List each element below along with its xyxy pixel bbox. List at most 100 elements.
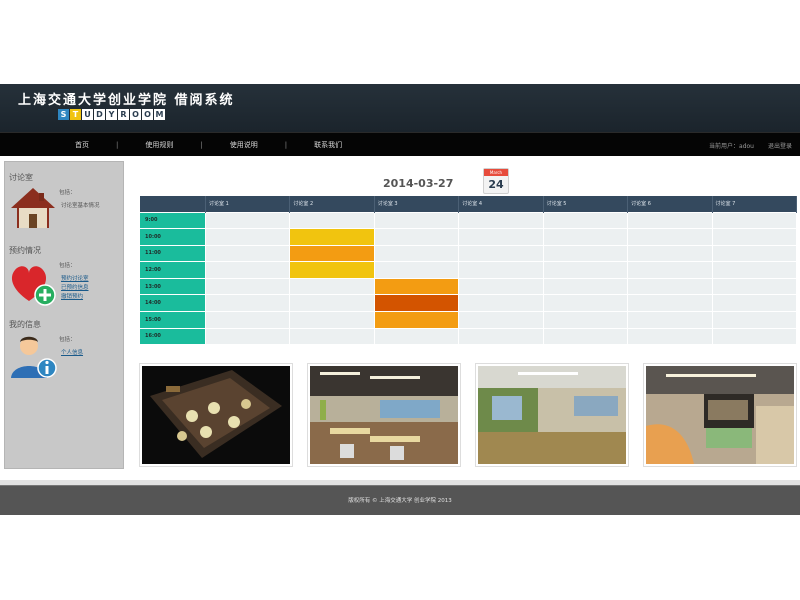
available-slot-cell[interactable]	[542, 211, 629, 230]
nav-instructions[interactable]: 使用说明	[225, 140, 263, 150]
available-slot-cell[interactable]	[627, 277, 713, 296]
available-slot-cell[interactable]	[289, 277, 375, 296]
room-photo-4[interactable]	[643, 363, 797, 467]
booked-slot-cell[interactable]	[373, 277, 460, 296]
copyright-text: 版权所有 © 上海交通大学 创业学院 2013	[348, 498, 452, 504]
available-slot-cell[interactable]	[204, 311, 291, 329]
logo-letter: R	[118, 109, 129, 120]
personal-info-link[interactable]: 个人信息	[61, 348, 83, 356]
selected-date: 2014-03-27	[383, 177, 454, 190]
available-slot-cell[interactable]	[204, 244, 291, 263]
available-slot-cell[interactable]	[711, 261, 798, 279]
room-column-header: 讨论室 1	[205, 196, 291, 212]
available-slot-cell[interactable]	[627, 228, 713, 246]
calendar-month: March	[484, 169, 508, 176]
cancel-booking-link[interactable]: 撤销预约	[61, 292, 83, 300]
available-slot-cell[interactable]	[204, 228, 291, 246]
booked-slot-cell[interactable]	[373, 311, 460, 329]
available-slot-cell[interactable]	[542, 277, 629, 296]
available-slot-cell[interactable]	[373, 211, 460, 230]
schedule-row: 12:00	[139, 261, 798, 279]
available-slot-cell[interactable]	[542, 261, 629, 279]
heart-add-icon[interactable]	[7, 259, 57, 307]
site-banner: 上海交通大学创业学院 借阅系统 STUDYROOM	[0, 84, 800, 132]
site-footer: 版权所有 © 上海交通大学 创业学院 2013	[0, 485, 800, 515]
room-photo-3[interactable]	[475, 363, 629, 467]
available-slot-cell[interactable]	[627, 327, 713, 346]
available-slot-cell[interactable]	[542, 294, 629, 313]
available-slot-cell[interactable]	[711, 228, 798, 246]
available-slot-cell[interactable]	[627, 211, 713, 230]
available-slot-cell[interactable]	[289, 311, 375, 329]
available-slot-cell[interactable]	[458, 277, 544, 296]
available-slot-cell[interactable]	[458, 211, 544, 230]
room-photo-gallery	[139, 363, 799, 467]
logo-letter: O	[130, 109, 141, 120]
available-slot-cell[interactable]	[711, 294, 798, 313]
schedule-row: 15:00	[139, 311, 798, 329]
sidebar: 讨论室 包括： 讨论室基本情况 预约情况 包括： 预约讨论室 已预约信息 撤销预…	[4, 161, 124, 469]
time-slot-label: 11:00	[139, 244, 206, 263]
nav-separator: |	[116, 141, 119, 149]
house-icon[interactable]	[9, 184, 57, 232]
available-slot-cell[interactable]	[542, 311, 629, 329]
available-slot-cell[interactable]	[373, 244, 460, 263]
time-slot-label: 9:00	[139, 211, 206, 230]
available-slot-cell[interactable]	[204, 327, 291, 346]
nav-separator: |	[200, 141, 203, 149]
available-slot-cell[interactable]	[204, 261, 291, 279]
room-column-header: 讨论室 4	[458, 196, 544, 212]
logo-letter: U	[82, 109, 93, 120]
available-slot-cell[interactable]	[458, 327, 544, 346]
available-slot-cell[interactable]	[458, 261, 544, 279]
available-slot-cell[interactable]	[204, 211, 291, 230]
available-slot-cell[interactable]	[542, 327, 629, 346]
room-photo-study-hall	[310, 366, 458, 464]
available-slot-cell[interactable]	[627, 261, 713, 279]
booked-slot-cell[interactable]	[289, 261, 375, 279]
time-slot-label: 14:00	[139, 294, 206, 313]
time-column-header	[139, 196, 206, 212]
available-slot-cell[interactable]	[373, 261, 460, 279]
booked-slot-cell[interactable]	[289, 244, 375, 263]
nav-separator: |	[284, 141, 288, 149]
available-slot-cell[interactable]	[458, 228, 544, 246]
available-slot-cell[interactable]	[711, 244, 798, 263]
available-slot-cell[interactable]	[711, 311, 798, 329]
available-slot-cell[interactable]	[711, 327, 798, 346]
room-column-header: 讨论室 6	[627, 196, 713, 212]
available-slot-cell[interactable]	[458, 294, 544, 313]
room-photo-2[interactable]	[307, 363, 461, 467]
nav-contact[interactable]: 联系我们	[309, 140, 347, 150]
booked-slot-cell[interactable]	[289, 228, 375, 246]
user-info-icon[interactable]	[9, 332, 59, 380]
available-slot-cell[interactable]	[542, 244, 629, 263]
logout-link[interactable]: 退出登录	[768, 141, 792, 150]
time-slot-label: 13:00	[139, 277, 206, 296]
room-photo-1[interactable]	[139, 363, 293, 467]
available-slot-cell[interactable]	[289, 294, 375, 313]
nav-home[interactable]: 首页	[70, 140, 94, 150]
calendar-icon[interactable]: March 24	[483, 168, 509, 194]
book-room-link[interactable]: 预约讨论室	[61, 274, 89, 282]
available-slot-cell[interactable]	[627, 311, 713, 329]
available-slot-cell[interactable]	[458, 311, 544, 329]
available-slot-cell[interactable]	[542, 228, 629, 246]
available-slot-cell[interactable]	[289, 327, 375, 346]
booked-info-link[interactable]: 已预约信息	[61, 283, 89, 291]
room-photo-topdown	[142, 366, 290, 464]
available-slot-cell[interactable]	[711, 211, 798, 230]
booked-slot-cell[interactable]	[373, 294, 460, 313]
available-slot-cell[interactable]	[204, 277, 291, 296]
available-slot-cell[interactable]	[627, 294, 713, 313]
logo-letter: D	[94, 109, 105, 120]
logo-letter: O	[142, 109, 153, 120]
available-slot-cell[interactable]	[289, 211, 375, 230]
available-slot-cell[interactable]	[373, 228, 460, 246]
nav-rules[interactable]: 使用规则	[140, 140, 178, 150]
available-slot-cell[interactable]	[711, 277, 798, 296]
available-slot-cell[interactable]	[627, 244, 713, 263]
available-slot-cell[interactable]	[373, 327, 460, 346]
available-slot-cell[interactable]	[458, 244, 544, 263]
available-slot-cell[interactable]	[204, 294, 291, 313]
